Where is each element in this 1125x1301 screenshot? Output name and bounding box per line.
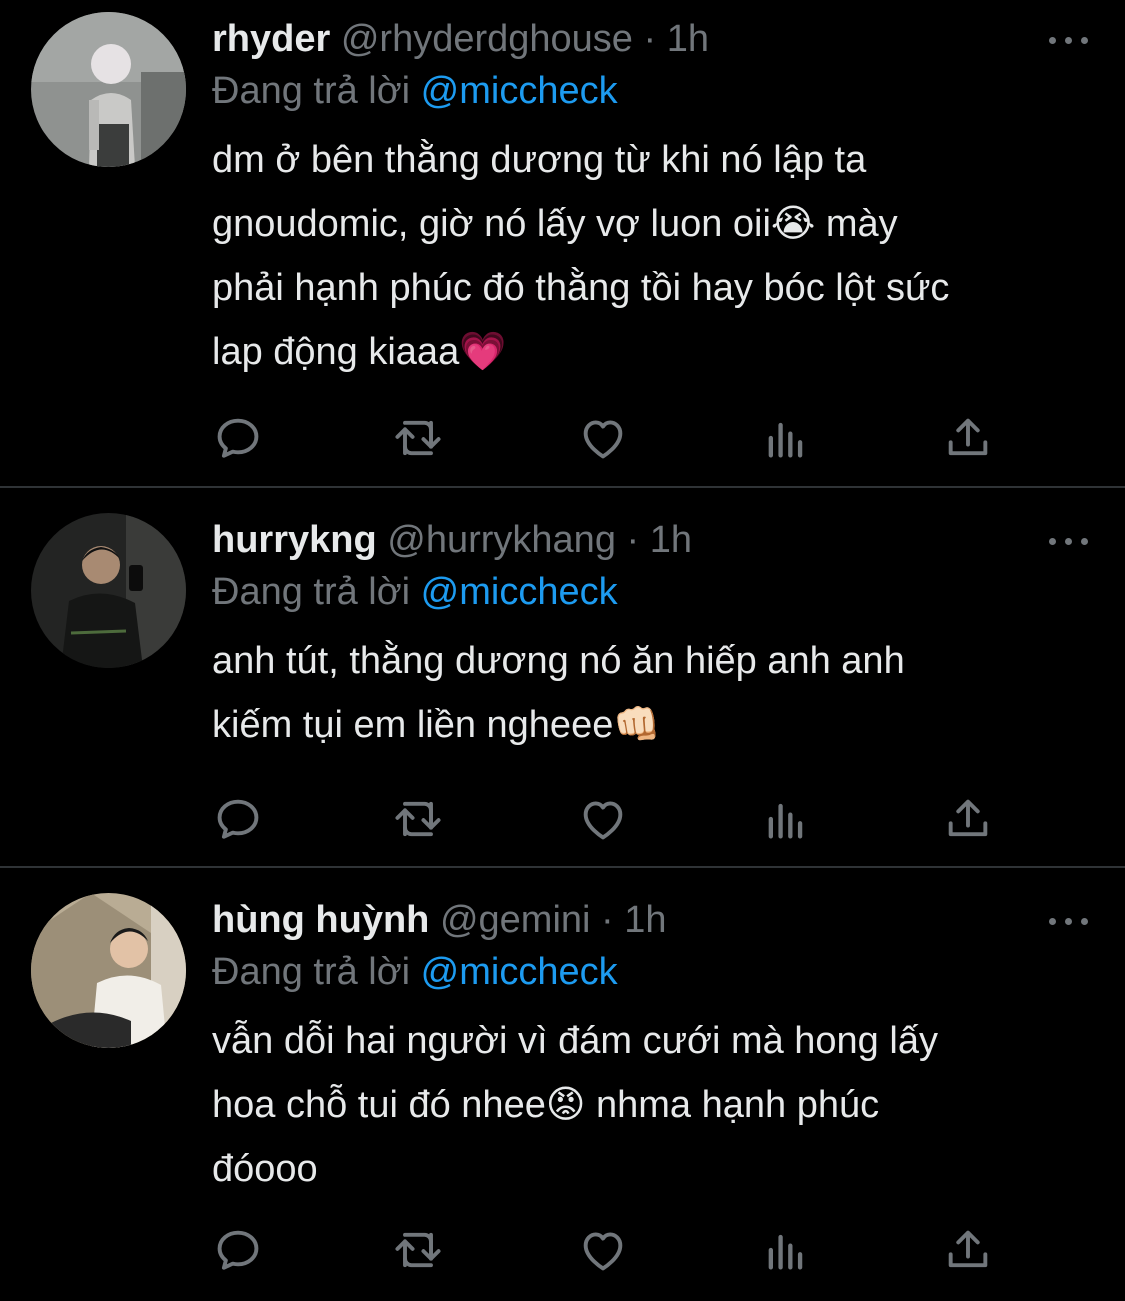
more-options-button[interactable] [1049,20,1089,60]
display-name[interactable]: hurrykng [212,519,377,561]
tweet-text: dm ở bên thằng dương từ khi nó lập ta gn… [212,128,1092,384]
share-icon [948,418,988,456]
text-line: hoa chỗ tui đó nhee😡 nhma hạnh phúc [212,1084,880,1126]
replying-to: Đang trả lời @miccheck [212,566,618,618]
retweet-button[interactable] [392,793,444,845]
retweet-button[interactable] [392,412,444,464]
like-button[interactable] [577,793,629,845]
separator-dot: · [601,899,614,941]
more-icon [1049,538,1056,545]
tweet-header: hùng huỳnh @gemini · 1h [212,894,1015,946]
share-button[interactable] [942,412,994,464]
tweet[interactable]: rhyder @rhyderdghouse · 1h Đang trả lời … [0,0,1125,487]
share-button[interactable] [942,793,994,845]
reply-button[interactable] [212,1224,264,1276]
views-button[interactable] [760,793,812,845]
user-handle[interactable]: @gemini [440,899,591,941]
more-icon [1049,918,1056,925]
avatar[interactable] [31,12,186,167]
replying-to: Đang trả lời @miccheck [212,65,618,117]
share-icon [948,799,988,837]
tweet-header: rhyder @rhyderdghouse · 1h [212,13,1015,65]
reply-button[interactable] [212,412,264,464]
retweet-icon [395,1232,441,1268]
text-line: vẫn dỗi hai người vì đám cưới mà hong lấ… [212,1020,938,1062]
avatar[interactable] [31,513,186,668]
text-line: dm ở bên thằng dương từ khi nó lập ta [212,139,867,181]
views-icon [768,422,803,458]
user-handle[interactable]: @hurrykhang [387,519,616,561]
text-line: gnoudomic, giờ nó lấy vợ luon oii😭 mày [212,203,898,245]
text-line: kiếm tụi em liền ngheee👊🏻 [212,704,661,746]
like-button[interactable] [577,412,629,464]
more-options-button[interactable] [1049,901,1089,941]
mention-link[interactable]: @miccheck [421,571,618,613]
user-handle[interactable]: @rhyderdghouse [341,18,633,60]
more-icon [1049,37,1056,44]
share-icon [948,1230,988,1268]
action-bar [212,1224,1012,1280]
action-bar [212,412,1012,468]
reply-icon [217,799,259,839]
reply-button[interactable] [212,793,264,845]
separator-dot: · [643,18,657,60]
display-name[interactable]: hùng huỳnh [212,899,429,941]
like-button[interactable] [577,1224,629,1276]
tweet-text: vẫn dỗi hai người vì đám cưới mà hong lấ… [212,1009,1092,1201]
replying-to-label: Đang trả lời [212,571,411,613]
tweet-header: hurrykng @hurrykhang · 1h [212,514,1015,566]
like-icon [583,801,623,840]
retweet-icon [395,801,441,837]
display-name[interactable]: rhyder [212,18,330,60]
like-icon [583,420,623,459]
replying-to-label: Đang trả lời [212,951,411,993]
reply-icon [217,418,259,458]
mention-link[interactable]: @miccheck [421,951,618,993]
more-options-button[interactable] [1049,521,1089,561]
views-button[interactable] [760,412,812,464]
action-bar [212,793,1012,849]
share-button[interactable] [942,1224,994,1276]
text-line: anh tút, thằng dương nó ăn hiếp anh anh [212,640,905,682]
like-icon [583,1232,623,1271]
retweet-button[interactable] [392,1224,444,1276]
tweet[interactable]: hurrykng @hurrykhang · 1h Đang trả lời @… [0,487,1125,867]
retweet-icon [395,420,441,456]
views-icon [768,1234,803,1270]
reply-feed: rhyder @rhyderdghouse · 1h Đang trả lời … [0,0,1125,1301]
reply-icon [217,1230,259,1270]
views-icon [768,803,803,839]
views-button[interactable] [760,1224,812,1276]
separator-dot: · [626,519,640,561]
timestamp[interactable]: 1h [650,519,692,561]
replying-to: Đang trả lời @miccheck [212,946,618,998]
mention-link[interactable]: @miccheck [421,70,618,112]
replying-to-label: Đang trả lời [212,70,411,112]
text-line: phải hạnh phúc đó thằng tồi hay bóc lột … [212,267,950,309]
text-line: đóooo [212,1148,318,1190]
avatar[interactable] [31,893,186,1048]
tweet[interactable]: hùng huỳnh @gemini · 1h Đang trả lời @mi… [0,867,1125,1301]
timestamp[interactable]: 1h [624,899,666,941]
tweet-text: anh tút, thằng dương nó ăn hiếp anh anh … [212,629,1092,757]
timestamp[interactable]: 1h [667,18,709,60]
text-line: lap động kiaaa💗 [212,331,507,373]
